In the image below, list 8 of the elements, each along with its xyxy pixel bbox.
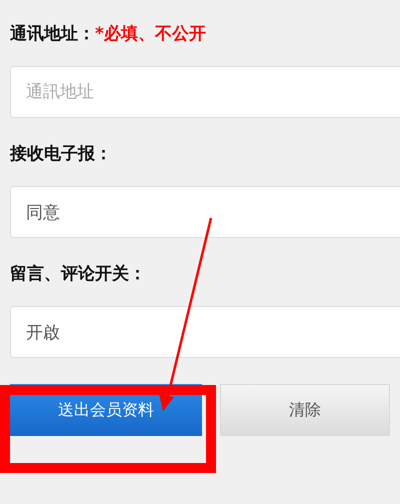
field-label: 接收电子报：	[10, 143, 112, 166]
required-note: *必填、不公开	[95, 23, 206, 46]
field-label: 留言、评论开关：	[10, 263, 146, 286]
field-label: 通讯地址：	[10, 23, 95, 46]
text-field[interactable]: 同意	[10, 186, 400, 238]
text-field[interactable]: 开啟	[10, 306, 400, 358]
text-field[interactable]: 通訊地址	[10, 66, 400, 118]
clear-button[interactable]: 清除	[220, 384, 390, 436]
